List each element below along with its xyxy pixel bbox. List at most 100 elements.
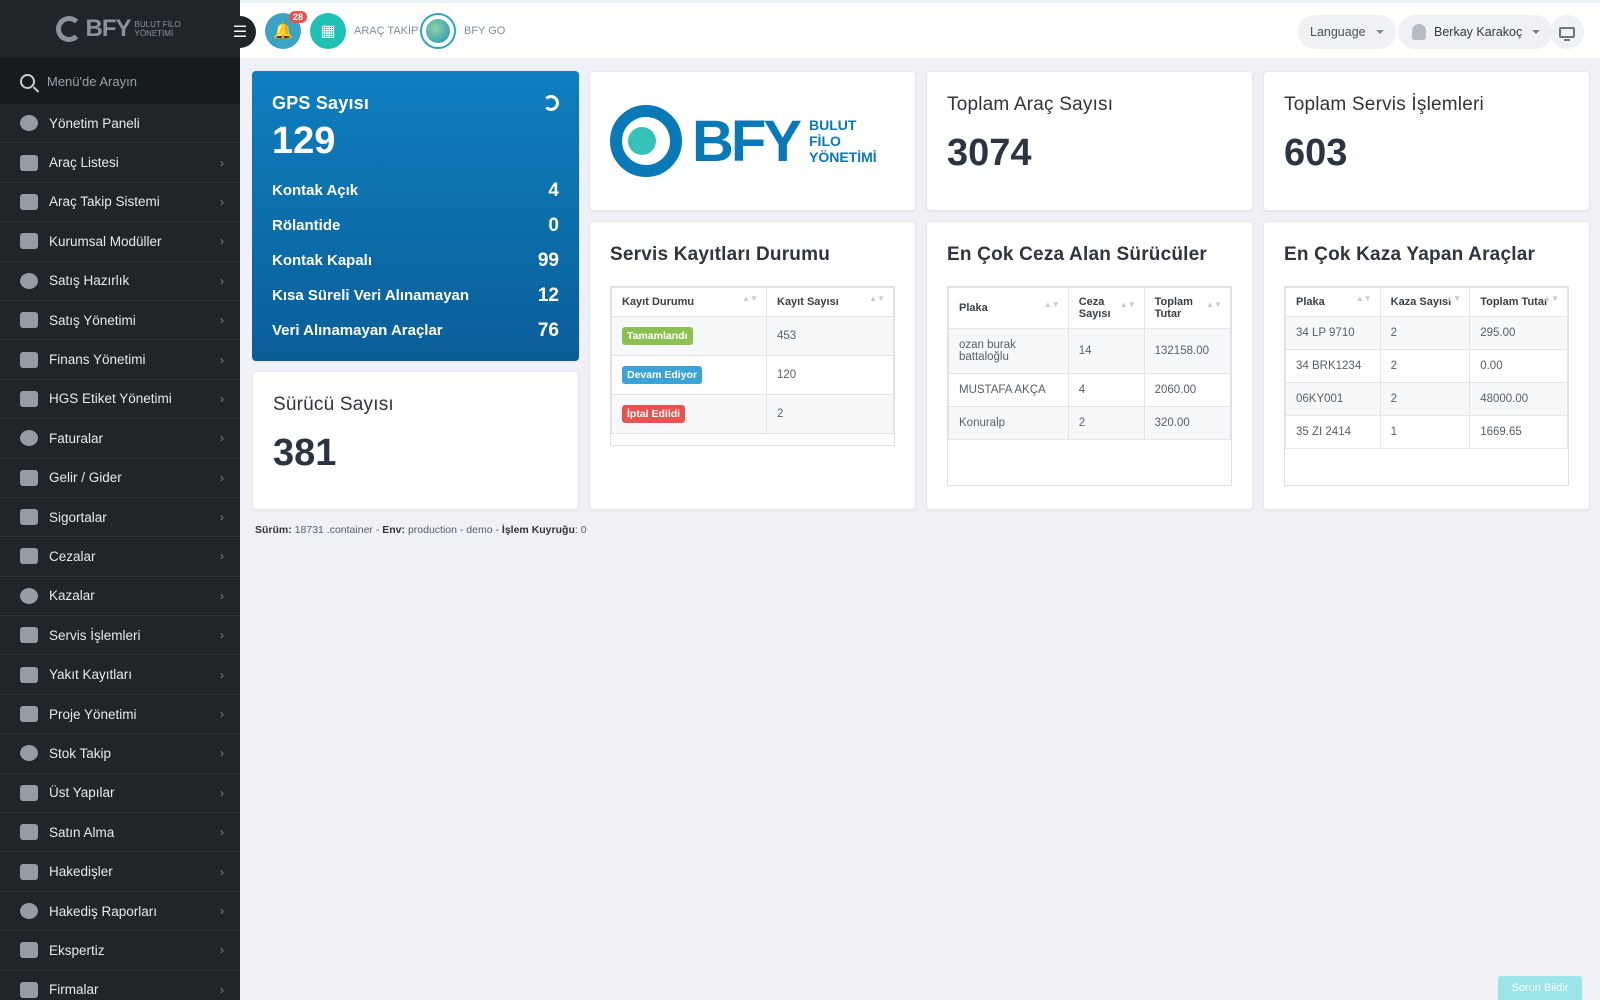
truck-icon: [20, 784, 38, 801]
sort-icon[interactable]: ▲▼: [742, 295, 758, 303]
sidebar-item[interactable]: Gelir / Gider ›: [0, 459, 240, 498]
table-cell: 2: [1379, 382, 1471, 416]
column-header[interactable]: Toplam Tutar ▲▼: [1469, 287, 1568, 317]
sort-icon[interactable]: ▲▼: [1356, 295, 1372, 303]
top-fines-table-wrap[interactable]: Plaka ▲▼ Ceza Sayısı ▲▼ Toplam Tutar ▲▼ ozan …: [947, 286, 1232, 486]
screen-mode-button[interactable]: [1550, 15, 1584, 49]
sidebar-item[interactable]: Satın Alma ›: [0, 813, 240, 853]
sort-icon[interactable]: ▲▼: [1543, 295, 1559, 303]
table-cell: Konuralp: [948, 406, 1069, 440]
user-menu[interactable]: Berkay Karakoç: [1398, 15, 1553, 49]
column-header[interactable]: Plaka ▲▼: [948, 287, 1069, 329]
chevron-right-icon: ›: [220, 391, 224, 406]
sidebar-item[interactable]: Firmalar ›: [0, 971, 240, 1000]
chevron-right-icon: ›: [220, 628, 224, 643]
chevron-right-icon: ›: [220, 904, 224, 918]
sort-icon[interactable]: ▲▼: [1044, 301, 1060, 309]
sidebar-item-label: Finans Yönetimi: [49, 352, 146, 368]
credit-card-icon: [20, 824, 38, 841]
vehicles-title: Toplam Araç Sayısı: [947, 94, 1114, 115]
top-fines-card: En Çok Ceza Alan Sürücüler Plaka ▲▼ Ceza S…: [926, 221, 1253, 510]
sidebar-item-label: Satış Hazırlık: [49, 273, 130, 289]
status-cell: Devam Ediyor: [611, 355, 767, 395]
bfy-go-button[interactable]: [420, 13, 456, 49]
gps-status-value: 0: [548, 214, 559, 236]
sidebar-item[interactable]: Satış Hazırlık ›: [0, 262, 240, 301]
arac-takip-link[interactable]: ARAÇ TAKİP: [354, 25, 418, 37]
sidebar-item[interactable]: Kazalar ›: [0, 577, 240, 617]
notifications-button[interactable]: 🔔 28: [265, 11, 307, 49]
sidebar-search[interactable]: Menü'de Arayın: [0, 58, 240, 104]
chevron-right-icon: ›: [220, 470, 224, 485]
money-icon: [20, 351, 38, 368]
topbar: ☰ 🔔 28 ▦ ARAÇ TAKİP BFY GO Language Berk…: [224, 0, 1600, 58]
report-issue-button[interactable]: Sorun Bildir: [1498, 976, 1582, 1000]
queue-label: İşlem Kuyruğu: [501, 524, 575, 536]
sidebar-item[interactable]: Proje Yönetimi ›: [0, 695, 240, 735]
sidebar-item[interactable]: Ekspertiz ›: [0, 931, 240, 971]
sidebar-item[interactable]: Satış Yönetimi ›: [0, 301, 240, 341]
status-cell: İptal Edildi: [611, 394, 767, 434]
sidebar-item[interactable]: Kurumsal Modüller ›: [0, 222, 240, 262]
language-dropdown[interactable]: Language: [1298, 15, 1396, 49]
sidebar-item[interactable]: Hakedişler ›: [0, 852, 240, 892]
sidebar-item-label: Araç Listesi: [49, 155, 119, 171]
notification-count-badge: 28: [288, 11, 307, 23]
bfy-go-link[interactable]: BFY GO: [464, 25, 505, 37]
sort-icon[interactable]: ▲▼: [1120, 301, 1136, 309]
sidebar-item[interactable]: HGS Etiket Yönetimi ›: [0, 380, 240, 420]
column-header[interactable]: Kaza Sayısı ▲▼: [1379, 287, 1471, 317]
sidebar-item-label: Ekspertiz: [49, 942, 105, 958]
gps-status-label: Rölantide: [272, 217, 341, 234]
tag-icon: [20, 390, 38, 407]
chevron-right-icon: ›: [220, 707, 224, 722]
column-header[interactable]: Plaka ▲▼: [1285, 287, 1381, 317]
sidebar-item[interactable]: Finans Yönetimi ›: [0, 340, 240, 380]
sidebar-logo[interactable]: BFY BULUT FİLO YÖNETİMİ: [0, 0, 240, 58]
sidebar-item[interactable]: Üst Yapılar ›: [0, 774, 240, 814]
sidebar-item[interactable]: Hakediş Raporları ›: [0, 892, 240, 932]
sidebar-item[interactable]: Araç Takip Sistemi ›: [0, 183, 240, 223]
close-circle-icon: [20, 548, 38, 565]
sidebar-item[interactable]: Servis İşlemleri ›: [0, 616, 240, 656]
briefcase-icon: [20, 706, 38, 723]
cash-icon: [20, 469, 38, 486]
count-cell: 453: [766, 316, 894, 356]
truck-icon: [20, 863, 38, 880]
sidebar-item[interactable]: Yakıt Kayıtları ›: [0, 655, 240, 695]
top-accidents-table-wrap[interactable]: Plaka ▲▼ Kaza Sayısı ▲▼ Toplam Tutar ▲▼ 34 LP…: [1284, 286, 1569, 486]
map-button[interactable]: ▦: [310, 13, 346, 49]
chevron-right-icon: ›: [220, 825, 224, 840]
chevron-right-icon: ›: [220, 667, 224, 682]
queue-value: : 0: [574, 524, 587, 536]
sort-icon[interactable]: ▲▼: [1206, 301, 1222, 309]
logo-card: BFY BULUT FİLO YÖNETİMİ: [589, 71, 916, 211]
sort-icon[interactable]: ▲▼: [869, 295, 885, 303]
gps-status-row: Kontak Açık 4: [272, 173, 559, 208]
sidebar-item[interactable]: Stok Takip ›: [0, 734, 240, 774]
version-label: Sürüm:: [255, 524, 292, 536]
column-header[interactable]: Kayıt Durumu ▲▼: [611, 287, 767, 317]
check-circle-icon: [20, 627, 38, 644]
refresh-icon[interactable]: [543, 95, 559, 111]
drivers-card: Sürücü Sayısı 381: [252, 371, 579, 510]
sidebar-item[interactable]: Cezalar ›: [0, 537, 240, 577]
chevron-right-icon: ›: [220, 785, 224, 800]
sort-icon[interactable]: ▲▼: [1445, 295, 1461, 303]
sidebar-item[interactable]: Yönetim Paneli: [0, 104, 240, 144]
column-header[interactable]: Kayıt Sayısı ▲▼: [766, 287, 894, 317]
sidebar-item[interactable]: Araç Listesi ›: [0, 143, 240, 183]
chevron-right-icon: ›: [220, 194, 224, 209]
menu-toggle-button[interactable]: ☰: [224, 16, 256, 48]
inbox-icon: [20, 745, 38, 762]
sidebar-search-input[interactable]: Menü'de Arayın: [47, 74, 137, 89]
gps-title: GPS Sayısı: [272, 93, 370, 113]
table-row: Konuralp 2 320.00: [948, 406, 1231, 440]
column-header[interactable]: Ceza Sayısı ▲▼: [1067, 287, 1145, 329]
sidebar-item[interactable]: Sigortalar ›: [0, 498, 240, 538]
column-header[interactable]: Toplam Tutar ▲▼: [1143, 287, 1231, 329]
gps-status-value: 76: [537, 319, 559, 341]
env-label: Env:: [382, 524, 406, 536]
sidebar-item[interactable]: Faturalar ›: [0, 419, 240, 459]
table-cell: 35 ZI 2414: [1285, 415, 1381, 449]
